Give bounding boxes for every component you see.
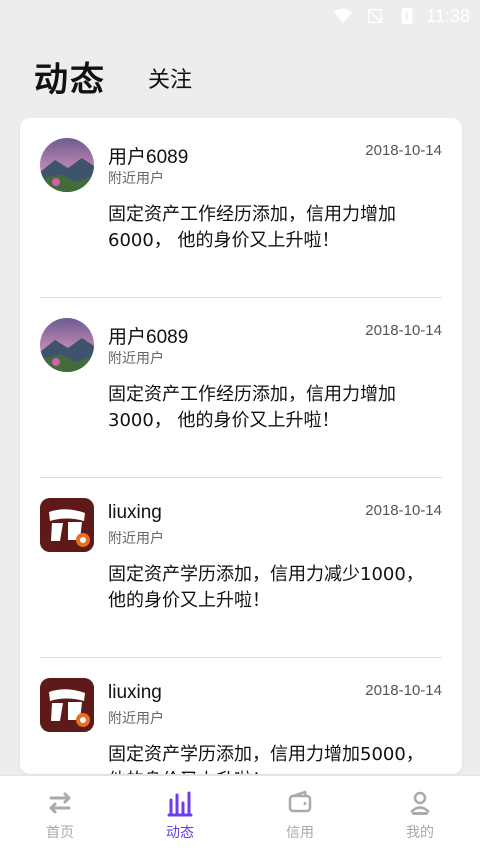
nav-profile-label: 我的 — [406, 825, 434, 841]
feed-item[interactable]: 用户6089 附近用户 2018-10-14 固定资产工作经历添加，信用力增加3… — [40, 298, 442, 478]
landscape-avatar-icon[interactable] — [40, 318, 94, 372]
game-avatar-icon[interactable] — [40, 678, 94, 732]
nav-home[interactable]: 首页 — [0, 776, 120, 854]
profile-icon — [410, 791, 430, 815]
feed-card: 用户6089 附近用户 2018-10-14 固定资产工作经历添加，信用力增加6… — [20, 118, 462, 774]
battery-charging-icon — [401, 7, 413, 25]
user-subtitle: 附近用户 — [108, 171, 164, 187]
activity-icon — [167, 791, 193, 817]
nav-dynamic[interactable]: 动态 — [120, 776, 240, 854]
user-subtitle: 附近用户 — [108, 711, 164, 727]
status-icons — [332, 5, 418, 27]
nav-credit[interactable]: 信用 — [240, 776, 360, 854]
wifi-icon — [334, 8, 353, 24]
feed-item[interactable]: liuxing 附近用户 2018-10-14 固定资产学历添加，信用力增加50… — [40, 658, 442, 774]
post-date: 2018-10-14 — [365, 502, 442, 519]
post-content: 固定资产工作经历添加，信用力增加6000， 他的身价又上升啦！ — [108, 204, 396, 251]
nav-home-label: 首页 — [46, 825, 74, 841]
nav-credit-label: 信用 — [286, 825, 314, 841]
post-content: 固定资产学历添加，信用力减少1000， 他的身价又上升啦！ — [108, 564, 424, 611]
tab-follow[interactable]: 关注 — [148, 62, 192, 94]
status-bar: 11:38 — [0, 0, 480, 32]
nav-dynamic-label: 动态 — [166, 825, 194, 841]
post-content: 固定资产工作经历添加，信用力增加3000， 他的身价又上升啦！ — [108, 384, 396, 431]
post-date: 2018-10-14 — [365, 142, 442, 159]
post-content: 固定资产学历添加，信用力增加5000， 他的身价又上升啦！ — [108, 744, 424, 774]
landscape-avatar-icon[interactable] — [40, 138, 94, 192]
username: 用户6089 — [108, 147, 189, 168]
feed-item[interactable]: 用户6089 附近用户 2018-10-14 固定资产工作经历添加，信用力增加6… — [40, 118, 442, 298]
wallet-icon — [288, 790, 312, 813]
status-time: 11:38 — [426, 5, 470, 26]
signal-off-icon — [368, 8, 383, 24]
user-subtitle: 附近用户 — [108, 531, 164, 547]
post-date: 2018-10-14 — [365, 322, 442, 339]
bottom-navigation: 首页 动态 信用 我的 — [0, 775, 480, 854]
username: liuxing — [108, 502, 162, 523]
user-subtitle: 附近用户 — [108, 351, 164, 367]
tab-dynamic[interactable]: 动态 — [34, 52, 106, 101]
swap-icon — [49, 792, 71, 814]
username: 用户6089 — [108, 327, 189, 348]
game-avatar-icon[interactable] — [40, 498, 94, 552]
feed-item[interactable]: liuxing 附近用户 2018-10-14 固定资产学历添加，信用力减少10… — [40, 478, 442, 658]
header: 动态 关注 — [0, 32, 480, 134]
nav-profile[interactable]: 我的 — [360, 776, 480, 854]
username: liuxing — [108, 682, 162, 703]
post-date: 2018-10-14 — [365, 682, 442, 699]
